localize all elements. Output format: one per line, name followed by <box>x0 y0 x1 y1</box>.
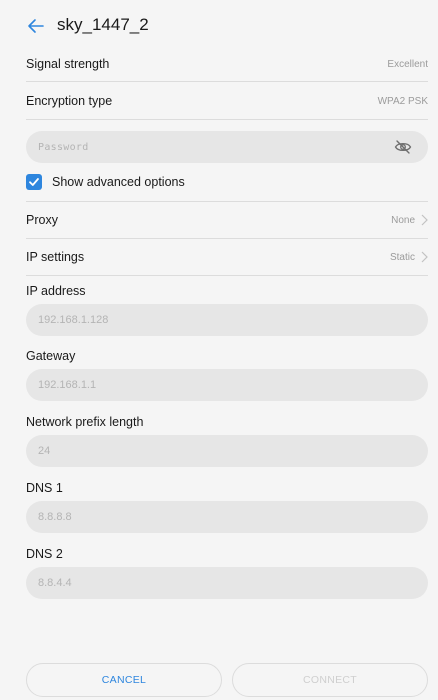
ip-settings-label: IP settings <box>26 250 85 264</box>
dns1-input[interactable]: 8.8.8.8 <box>26 501 428 533</box>
encryption-type-label: Encryption type <box>26 94 113 108</box>
proxy-value: None <box>391 214 415 226</box>
page-title: sky_1447_2 <box>57 15 149 34</box>
proxy-value-group: None <box>391 214 428 226</box>
network-prefix-length-value: 24 <box>38 445 51 457</box>
checkmark-icon <box>29 178 39 186</box>
password-field[interactable]: Password <box>26 131 428 163</box>
ip-address-value: 192.168.1.128 <box>38 314 109 326</box>
ip-settings-value-group: Static <box>390 251 428 263</box>
password-placeholder: Password <box>38 141 89 153</box>
divider <box>26 275 428 276</box>
divider <box>26 119 428 120</box>
network-prefix-length-input[interactable]: 24 <box>26 435 428 467</box>
dns2-input[interactable]: 8.8.4.4 <box>26 567 428 599</box>
signal-strength-row: Signal strength Excellent <box>26 45 428 83</box>
connect-button[interactable]: CONNECT <box>232 663 428 697</box>
show-advanced-options-row[interactable]: Show advanced options <box>26 173 185 191</box>
signal-strength-label: Signal strength <box>26 57 110 71</box>
encryption-type-value: WPA2 PSK <box>377 95 428 107</box>
cancel-button[interactable]: CANCEL <box>26 663 222 697</box>
dns2-label: DNS 2 <box>26 547 63 561</box>
network-prefix-length-label: Network prefix length <box>26 415 144 429</box>
ip-address-label: IP address <box>26 284 86 298</box>
ip-address-input[interactable]: 192.168.1.128 <box>26 304 428 336</box>
dns2-value: 8.8.4.4 <box>38 577 72 589</box>
advanced-options-checkbox[interactable] <box>26 174 42 190</box>
encryption-type-row: Encryption type WPA2 PSK <box>26 82 428 120</box>
proxy-row[interactable]: Proxy None <box>26 201 428 239</box>
ip-settings-row[interactable]: IP settings Static <box>26 238 428 276</box>
gateway-value: 192.168.1.1 <box>38 379 97 391</box>
back-arrow-icon[interactable] <box>26 16 46 36</box>
ip-settings-value: Static <box>389 251 415 263</box>
advanced-options-label: Show advanced options <box>52 175 185 189</box>
proxy-label: Proxy <box>26 213 58 227</box>
signal-strength-value: Excellent <box>387 58 428 70</box>
eye-off-icon[interactable] <box>394 139 412 155</box>
gateway-input[interactable]: 192.168.1.1 <box>26 369 428 401</box>
chevron-right-icon <box>421 251 428 263</box>
dns1-value: 8.8.8.8 <box>38 511 72 523</box>
chevron-right-icon <box>421 214 428 226</box>
dns1-label: DNS 1 <box>26 481 63 495</box>
gateway-label: Gateway <box>26 349 76 363</box>
